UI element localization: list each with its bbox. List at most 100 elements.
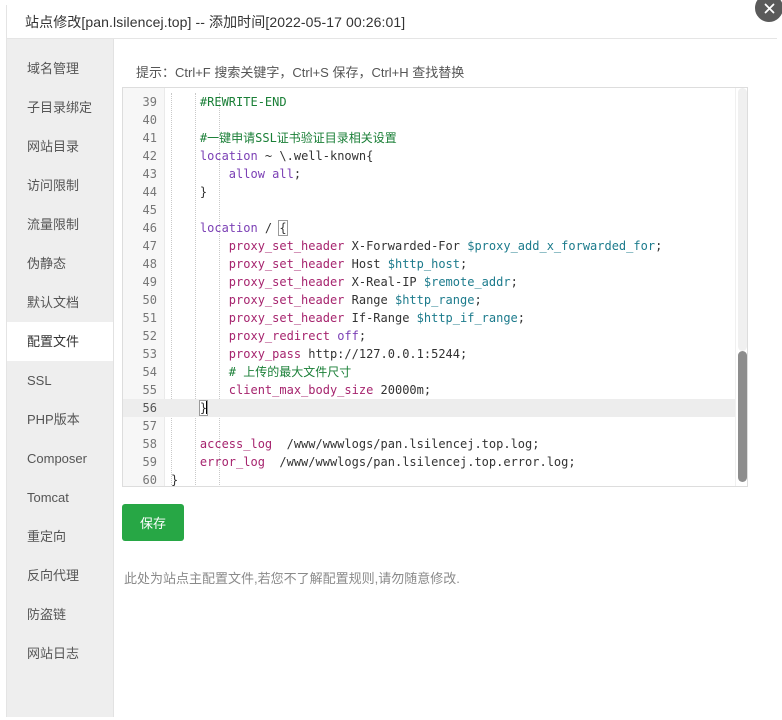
code-token: { [279, 221, 286, 235]
line-text: proxy_set_header If-Range $http_if_range… [171, 309, 525, 327]
save-button[interactable]: 保存 [122, 504, 184, 541]
sidebar-item-14[interactable]: 防盗链 [7, 595, 113, 634]
modal-titlebar: 站点修改[pan.lsilencej.top] -- 添加时间[2022-05-… [7, 5, 777, 39]
code-line[interactable]: 42 location ~ \.well-known{ [123, 147, 747, 165]
line-number: 56 [123, 399, 157, 417]
code-line[interactable]: 52 proxy_redirect off; [123, 327, 747, 345]
code-token: proxy_set_header [229, 239, 345, 253]
code-token: ; [655, 239, 662, 253]
code-line[interactable]: 57 [123, 417, 747, 435]
line-number: 55 [123, 381, 157, 399]
code-token: } [171, 473, 178, 487]
sidebar-item-8[interactable]: SSL [7, 361, 113, 400]
code-line[interactable]: 43 allow all; [123, 165, 747, 183]
sidebar-item-7[interactable]: 配置文件 [7, 322, 113, 361]
line-number: 53 [123, 345, 157, 363]
line-text: #一键申请SSL证书验证目录相关设置 [171, 129, 397, 147]
code-lines[interactable]: 39 #REWRITE-END40 41 #一键申请SSL证书验证目录相关设置4… [123, 93, 747, 487]
sidebar-item-10[interactable]: Composer [7, 439, 113, 478]
app-root: 站点修改[pan.lsilencej.top] -- 添加时间[2022-05-… [0, 0, 782, 720]
sidebar-item-9[interactable]: PHP版本 [7, 400, 113, 439]
editor-vertical-scrollbar[interactable] [735, 88, 747, 486]
line-number: 48 [123, 255, 157, 273]
sidebar-item-15[interactable]: 网站日志 [7, 634, 113, 673]
sidebar-item-6[interactable]: 默认文档 [7, 283, 113, 322]
code-token: http://127.0.0.1:5244; [301, 347, 467, 361]
sidebar-item-3[interactable]: 访问限制 [7, 166, 113, 205]
code-token: $remote_addr [424, 275, 511, 289]
code-line[interactable]: 59 error_log /www/wwwlogs/pan.lsilencej.… [123, 453, 747, 471]
line-text: # 上传的最大文件尺寸 [171, 363, 351, 381]
line-text: location / { [171, 219, 287, 237]
line-text: proxy_set_header Host $http_host; [171, 255, 467, 273]
code-token: \.well-known [279, 149, 366, 163]
code-line[interactable]: 44 } [123, 183, 747, 201]
code-token: off [337, 329, 359, 343]
code-line[interactable]: 55 client_max_body_size 20000m; [123, 381, 747, 399]
code-line[interactable]: 46 location / { [123, 219, 747, 237]
code-token: 20000m; [373, 383, 431, 397]
code-token: ; [474, 293, 481, 307]
code-token: If-Range [344, 311, 416, 325]
content-panel: 提示：Ctrl+F 搜索关键字，Ctrl+S 保存，Ctrl+H 查找替换 39… [114, 39, 777, 717]
code-token: ; [359, 329, 366, 343]
sidebar-item-2[interactable]: 网站目录 [7, 127, 113, 166]
sidebar-item-label: 配置文件 [27, 334, 79, 349]
code-line[interactable]: 48 proxy_set_header Host $http_host; [123, 255, 747, 273]
line-number: 51 [123, 309, 157, 327]
code-line[interactable]: 40 [123, 111, 747, 129]
config-code-editor[interactable]: 39 #REWRITE-END40 41 #一键申请SSL证书验证目录相关设置4… [122, 87, 748, 487]
code-token: ; [518, 311, 525, 325]
code-token: $http_if_range [417, 311, 518, 325]
code-token: location [200, 149, 258, 163]
sidebar-item-12[interactable]: 重定向 [7, 517, 113, 556]
code-line[interactable]: 39 #REWRITE-END [123, 93, 747, 111]
code-line[interactable]: 47 proxy_set_header X-Forwarded-For $pro… [123, 237, 747, 255]
line-number: 50 [123, 291, 157, 309]
code-line[interactable]: 41 #一键申请SSL证书验证目录相关设置 [123, 129, 747, 147]
code-token: proxy_pass [229, 347, 301, 361]
sidebar-item-5[interactable]: 伪静态 [7, 244, 113, 283]
code-token: ; [511, 275, 518, 289]
code-token: location [200, 221, 258, 235]
code-line[interactable]: 56 } [123, 399, 747, 417]
code-line[interactable]: 45 [123, 201, 747, 219]
sidebar-item-label: 防盗链 [27, 607, 66, 622]
code-token: all [272, 167, 294, 181]
line-text: location ~ \.well-known{ [171, 147, 373, 165]
sidebar-item-label: 伪静态 [27, 256, 66, 271]
code-line[interactable]: 54 # 上传的最大文件尺寸 [123, 363, 747, 381]
code-token: /www/wwwlogs/pan.lsilencej.top.error.log… [265, 455, 576, 469]
code-line[interactable]: 49 proxy_set_header X-Real-IP $remote_ad… [123, 273, 747, 291]
line-text [171, 111, 200, 129]
sidebar-item-1[interactable]: 子目录绑定 [7, 88, 113, 127]
line-text: proxy_set_header X-Real-IP $remote_addr; [171, 273, 518, 291]
line-text [171, 201, 200, 219]
scrollbar-thumb[interactable] [738, 351, 747, 482]
code-token: } [200, 185, 207, 199]
sidebar-item-11[interactable]: Tomcat [7, 478, 113, 517]
sidebar-item-0[interactable]: 域名管理 [7, 49, 113, 88]
code-line[interactable]: 53 proxy_pass http://127.0.0.1:5244; [123, 345, 747, 363]
code-token: X-Real-IP [344, 275, 423, 289]
shortcut-hint: 提示：Ctrl+F 搜索关键字，Ctrl+S 保存，Ctrl+H 查找替换 [136, 62, 464, 81]
code-line[interactable]: 58 access_log /www/wwwlogs/pan.lsilencej… [123, 435, 747, 453]
code-line[interactable]: 51 proxy_set_header If-Range $http_if_ra… [123, 309, 747, 327]
code-token: # 上传的最大文件尺寸 [229, 365, 351, 379]
line-number: 47 [123, 237, 157, 255]
line-number: 40 [123, 111, 157, 129]
sidebar-item-label: 访问限制 [27, 178, 79, 193]
line-text: } [171, 399, 207, 417]
code-token: proxy_set_header [229, 257, 345, 271]
line-text [171, 417, 200, 435]
code-line[interactable]: 50 proxy_set_header Range $http_range; [123, 291, 747, 309]
code-token: ~ [258, 149, 280, 163]
config-warning-note: 此处为站点主配置文件,若您不了解配置规则,请勿随意修改. [124, 568, 460, 587]
code-token: ; [460, 257, 467, 271]
code-token: allow [229, 167, 265, 181]
sidebar-item-4[interactable]: 流量限制 [7, 205, 113, 244]
line-number: 58 [123, 435, 157, 453]
code-line[interactable]: 60} [123, 471, 747, 487]
sidebar-item-13[interactable]: 反向代理 [7, 556, 113, 595]
sidebar-item-label: 网站日志 [27, 646, 79, 661]
